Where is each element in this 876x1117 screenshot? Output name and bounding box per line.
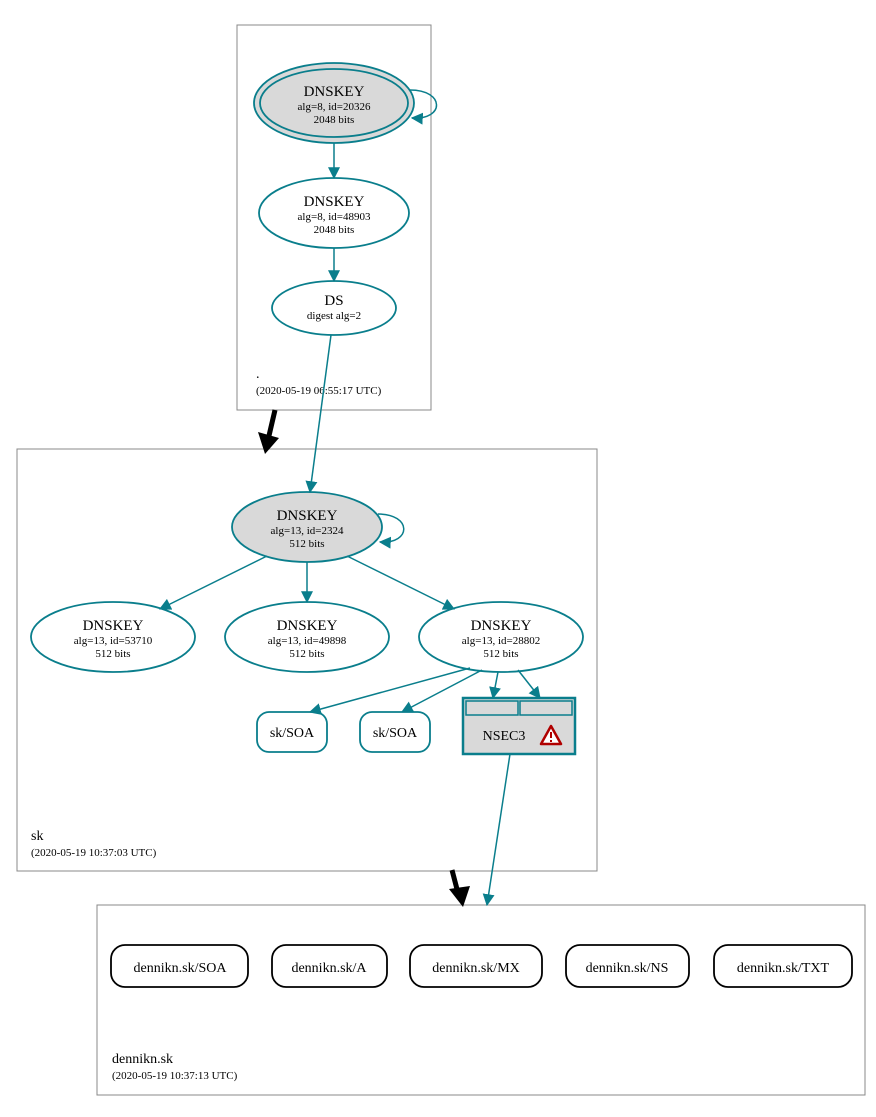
sk-key2-node: DNSKEY alg=13, id=49898 512 bits xyxy=(225,602,389,672)
edge-ds-skksk xyxy=(310,335,331,492)
svg-text:512 bits: 512 bits xyxy=(289,648,324,660)
domain-rec-mx: dennikn.sk/MX xyxy=(410,945,542,987)
svg-text:dennikn.sk/SOA: dennikn.sk/SOA xyxy=(134,961,228,976)
edge-skksk-k3 xyxy=(347,556,454,609)
svg-text:512 bits: 512 bits xyxy=(289,538,324,550)
sk-soa1-node: sk/SOA xyxy=(257,712,327,752)
sk-key3-node: DNSKEY alg=13, id=28802 512 bits xyxy=(419,602,583,672)
delegation-arrow-sk-domain xyxy=(449,870,470,907)
svg-text:alg=13, id=28802: alg=13, id=28802 xyxy=(462,635,540,647)
svg-text:sk/SOA: sk/SOA xyxy=(270,726,315,741)
delegation-arrow-root-sk xyxy=(258,410,279,454)
edge-k3-soa1 xyxy=(310,668,470,712)
svg-text:dennikn.sk/MX: dennikn.sk/MX xyxy=(432,961,520,976)
edge-k3-nsec-a xyxy=(493,672,498,698)
svg-text:alg=8, id=48903: alg=8, id=48903 xyxy=(298,211,371,223)
sk-soa2-node: sk/SOA xyxy=(360,712,430,752)
svg-text:512 bits: 512 bits xyxy=(95,648,130,660)
root-ksk-node: DNSKEY alg=8, id=20326 2048 bits xyxy=(254,63,414,143)
svg-text:dennikn.sk/A: dennikn.sk/A xyxy=(291,961,367,976)
svg-text:2048 bits: 2048 bits xyxy=(314,114,355,126)
svg-text:digest alg=2: digest alg=2 xyxy=(307,310,361,322)
svg-text:DS: DS xyxy=(324,293,343,309)
svg-text:sk/SOA: sk/SOA xyxy=(373,726,418,741)
svg-text:DNSKEY: DNSKEY xyxy=(277,618,338,634)
sk-nsec3-node: NSEC3 xyxy=(463,698,575,754)
svg-text:DNSKEY: DNSKEY xyxy=(304,84,365,100)
domain-rec-ns: dennikn.sk/NS xyxy=(566,945,689,987)
edge-nsec-domain xyxy=(487,754,510,905)
svg-text:alg=13, id=2324: alg=13, id=2324 xyxy=(271,525,344,537)
zone-domain-box xyxy=(97,905,865,1095)
root-zsk-node: DNSKEY alg=8, id=48903 2048 bits xyxy=(259,178,409,248)
zone-root-label: . xyxy=(256,367,260,382)
sk-key1-node: DNSKEY alg=13, id=53710 512 bits xyxy=(31,602,195,672)
svg-text:DNSKEY: DNSKEY xyxy=(304,194,365,210)
domain-rec-a: dennikn.sk/A xyxy=(272,945,387,987)
zone-domain-ts: (2020-05-19 10:37:13 UTC) xyxy=(112,1070,238,1082)
svg-text:dennikn.sk/TXT: dennikn.sk/TXT xyxy=(737,961,830,976)
dnssec-graph: . (2020-05-19 06:55:17 UTC) DNSKEY alg=8… xyxy=(0,0,876,1117)
svg-text:alg=13, id=49898: alg=13, id=49898 xyxy=(268,635,347,647)
edge-k3-nsec-b xyxy=(518,670,540,698)
domain-rec-soa: dennikn.sk/SOA xyxy=(111,945,248,987)
svg-text:alg=8, id=20326: alg=8, id=20326 xyxy=(298,101,371,113)
sk-ksk-node: DNSKEY alg=13, id=2324 512 bits xyxy=(232,492,382,562)
svg-text:2048 bits: 2048 bits xyxy=(314,224,355,236)
edge-skksk-k1 xyxy=(160,556,267,609)
svg-text:alg=13, id=53710: alg=13, id=53710 xyxy=(74,635,153,647)
svg-text:512 bits: 512 bits xyxy=(483,648,518,660)
svg-text:DNSKEY: DNSKEY xyxy=(471,618,532,634)
svg-text:DNSKEY: DNSKEY xyxy=(277,508,338,524)
zone-domain-label: dennikn.sk xyxy=(112,1052,173,1067)
root-ds-node: DS digest alg=2 xyxy=(272,281,396,335)
svg-text:dennikn.sk/NS: dennikn.sk/NS xyxy=(586,961,669,976)
zone-sk-label: sk xyxy=(31,829,43,844)
svg-text:DNSKEY: DNSKEY xyxy=(83,618,144,634)
domain-rec-txt: dennikn.sk/TXT xyxy=(714,945,852,987)
svg-text:NSEC3: NSEC3 xyxy=(483,729,526,744)
zone-root-ts: (2020-05-19 06:55:17 UTC) xyxy=(256,385,382,397)
zone-sk-ts: (2020-05-19 10:37:03 UTC) xyxy=(31,847,157,859)
